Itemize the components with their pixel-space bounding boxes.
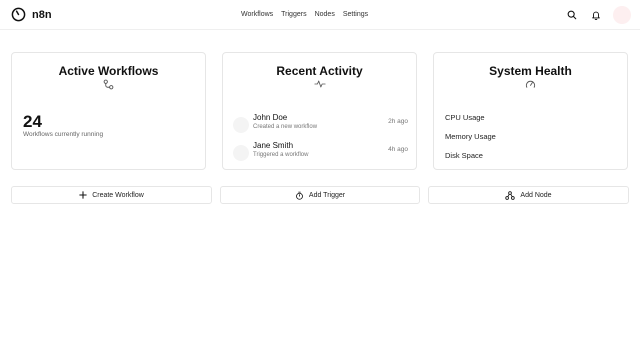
clock-icon	[11, 7, 26, 22]
create-workflow-button[interactable]: Create Workflow	[11, 186, 212, 204]
top-nav: n8n Workflows Triggers Nodes Settings	[0, 0, 640, 30]
active-workflows-label: Workflows currently running	[23, 131, 104, 138]
nav-link-triggers[interactable]: Triggers	[281, 11, 306, 18]
timer-icon	[295, 191, 303, 200]
add-node-button[interactable]: Add Node	[428, 186, 629, 204]
nav-link-settings[interactable]: Settings	[343, 11, 368, 18]
nodes-icon	[505, 190, 516, 200]
nav-links: Workflows Triggers Nodes Settings	[241, 11, 368, 18]
bell-icon	[592, 11, 600, 20]
search-icon	[567, 10, 577, 20]
card-title: Active Workflows	[58, 64, 159, 78]
activity-user: Jane Smith	[253, 141, 294, 150]
active-workflows-card: Active Workflows 24 Workflows currently …	[11, 52, 206, 170]
activity-description: Triggered a workflow	[253, 152, 309, 158]
activity-time: 4h ago	[388, 146, 408, 153]
notifications-button[interactable]	[589, 8, 603, 22]
activity-item[interactable]: Jane Smith Triggered a workflow 4h ago	[233, 141, 408, 163]
gauge-icon	[525, 80, 536, 88]
nav-link-nodes[interactable]: Nodes	[315, 11, 335, 18]
active-workflows-count: 24	[23, 112, 42, 131]
avatar	[233, 145, 249, 161]
activity-time: 2h ago	[388, 118, 408, 125]
plus-icon	[79, 191, 87, 199]
activity-item[interactable]: John Doe Created a new workflow 2h ago	[233, 113, 408, 135]
add-node-label: Add Node	[520, 191, 552, 199]
add-trigger-button[interactable]: Add Trigger	[220, 186, 420, 204]
user-avatar[interactable]	[613, 6, 631, 24]
card-title: Recent Activity	[276, 64, 363, 78]
activity-user: John Doe	[253, 113, 288, 122]
brand-name: n8n	[32, 8, 52, 21]
card-title: System Health	[489, 64, 572, 78]
metric-disk: Disk Space	[445, 151, 483, 160]
brand-logo[interactable]: n8n	[11, 7, 52, 22]
metric-cpu: CPU Usage	[445, 113, 485, 122]
nav-link-workflows[interactable]: Workflows	[241, 11, 273, 18]
activity-description: Created a new workflow	[253, 124, 318, 130]
activity-icon	[313, 80, 326, 88]
recent-activity-card: Recent Activity John Doe Created a new w…	[222, 52, 417, 170]
workflow-icon	[103, 79, 114, 90]
add-trigger-label: Add Trigger	[308, 191, 346, 199]
search-button[interactable]	[565, 8, 579, 22]
nav-actions	[565, 6, 631, 24]
metric-memory: Memory Usage	[445, 132, 496, 141]
avatar	[233, 117, 249, 133]
system-health-card: System Health CPU Usage Memory Usage Dis…	[433, 52, 628, 170]
create-workflow-label: Create Workflow	[92, 191, 144, 199]
